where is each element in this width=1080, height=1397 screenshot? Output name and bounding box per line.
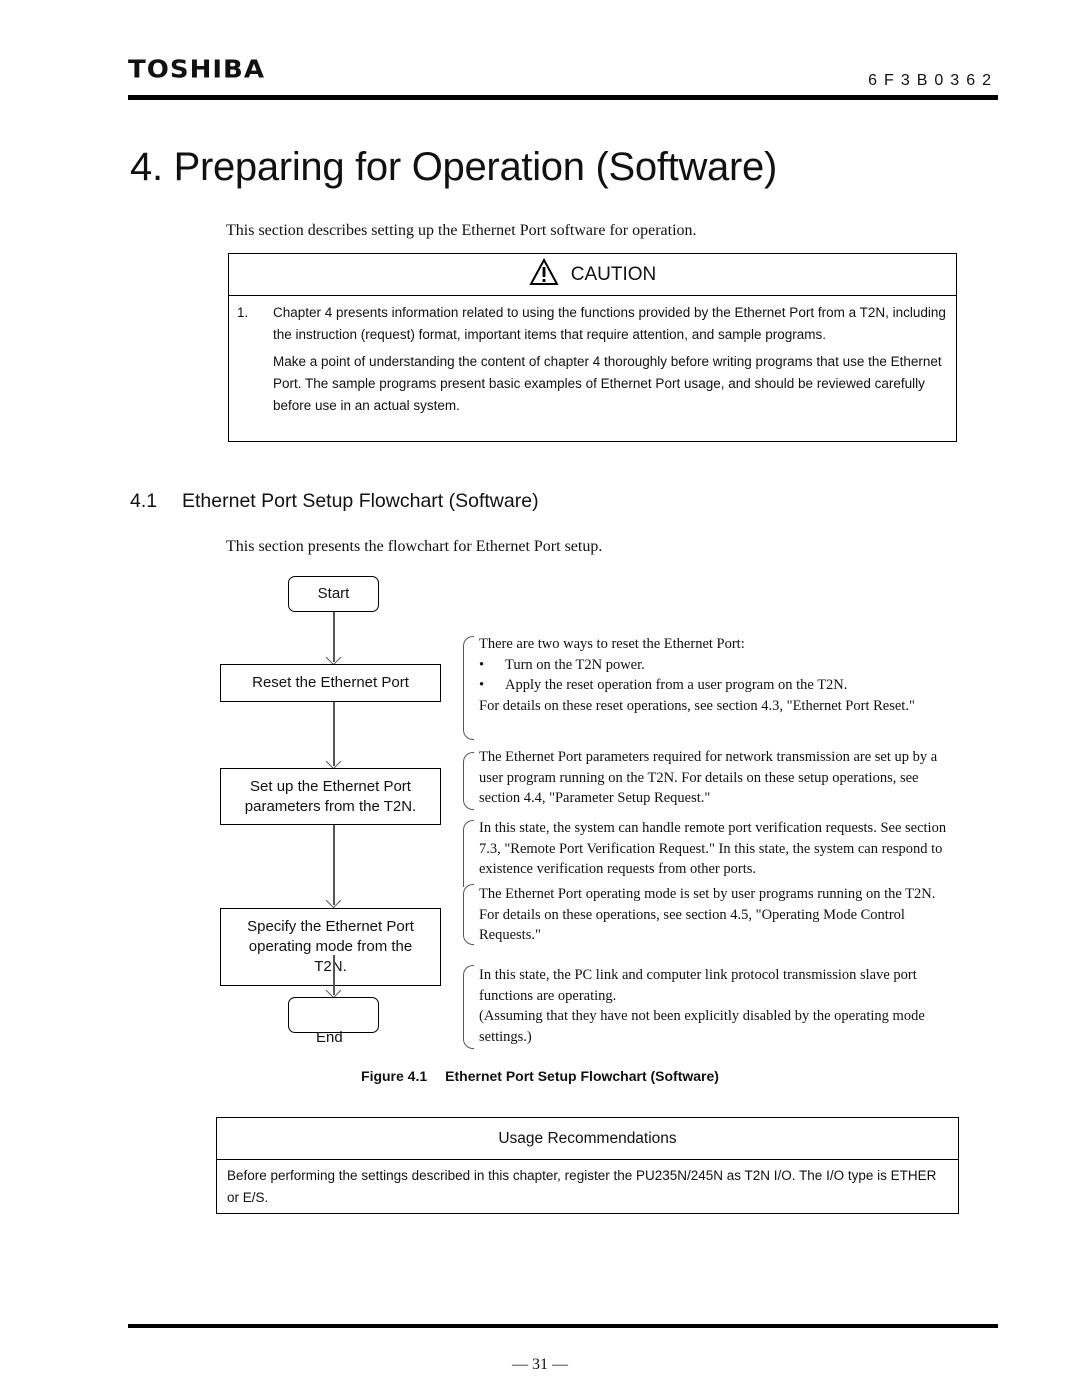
caution-header: CAUTION <box>229 254 956 296</box>
chapter-title: 4. Preparing for Operation (Software) <box>130 145 777 189</box>
caution-paragraph: Chapter 4 presents information related t… <box>273 305 946 342</box>
flowchart-end-label: End <box>316 1029 343 1046</box>
note-reset-bullet: • Apply the reset operation from a user p… <box>479 675 959 696</box>
note-reset-bullet: • Turn on the T2N power. <box>479 655 959 676</box>
caution-item: 1. Chapter 4 presents information relate… <box>237 302 948 422</box>
section-heading: 4.1 Ethernet Port Setup Flowchart (Softwa… <box>130 490 539 513</box>
warning-triangle-icon <box>529 257 559 291</box>
caution-box: CAUTION 1. Chapter 4 presents informatio… <box>228 253 957 442</box>
section-number: 4.1 <box>130 490 158 512</box>
header-rule <box>128 95 998 100</box>
arrow-down-icon <box>325 753 342 770</box>
arrow-down-icon <box>325 649 342 666</box>
bullet-icon: • <box>479 677 485 693</box>
note-operating-state: In this state, the PC link and computer … <box>479 965 959 1047</box>
chapter-intro: This section describes setting up the Et… <box>226 222 697 239</box>
note-operating-state-text: In this state, the PC link and computer … <box>479 967 917 1004</box>
footer-rule <box>128 1324 998 1328</box>
figure-title: Ethernet Port Setup Flowchart (Software) <box>445 1068 719 1084</box>
note-bracket <box>463 636 474 740</box>
bullet-icon: • <box>479 656 485 673</box>
note-reset: There are two ways to reset the Ethernet… <box>479 634 959 716</box>
toshiba-logo: TOSHIBA <box>128 55 265 85</box>
note-operating-mode: The Ethernet Port operating mode is set … <box>479 886 936 943</box>
arrow-down-icon <box>325 892 342 909</box>
flowchart-step-reset: Reset the Ethernet Port <box>220 664 441 702</box>
note-reset-lead: There are two ways to reset the Ethernet… <box>479 636 745 652</box>
note-bracket <box>463 965 474 1049</box>
bullet-text: Turn on the T2N power. <box>505 656 645 673</box>
flowchart-end <box>288 997 379 1033</box>
bullet-text: Apply the reset operation from a user pr… <box>505 677 848 693</box>
flowchart-start: Start <box>288 576 379 612</box>
figure-label: Figure 4.1 <box>361 1068 428 1084</box>
usage-recommendations-box: Usage Recommendations Before performing … <box>216 1117 959 1214</box>
note-operating-state-text: (Assuming that they have not been explic… <box>479 1008 925 1045</box>
flowchart-step-operating-mode: Specify the Ethernet Port operating mode… <box>220 908 441 986</box>
usage-title: Usage Recommendations <box>217 1118 958 1160</box>
caution-body: 1. Chapter 4 presents information relate… <box>229 296 956 422</box>
caution-title: CAUTION <box>570 263 657 285</box>
section-title: Ethernet Port Setup Flowchart (Software) <box>182 490 539 512</box>
note-bracket <box>463 820 474 887</box>
caution-paragraph: Make a point of understanding the conten… <box>273 354 942 413</box>
note-parameters: The Ethernet Port parameters required fo… <box>479 749 938 806</box>
note-remote-verification: In this state, the system can handle rem… <box>479 820 947 877</box>
section-intro: This section presents the flowchart for … <box>226 538 603 555</box>
figure-caption: Figure 4.1 Ethernet Port Setup Flowchart … <box>0 1068 1080 1084</box>
note-bracket <box>463 752 474 810</box>
note-bracket <box>463 884 474 945</box>
usage-body: Before performing the settings described… <box>227 1168 937 1205</box>
page-number: — 31 — <box>512 1356 568 1373</box>
document-number: 6F3B0362 <box>868 72 998 89</box>
note-reset-tail: For details on these reset operations, s… <box>479 697 915 714</box>
caution-item-number: 1. <box>237 305 249 320</box>
flowchart-step-parameters: Set up the Ethernet Port parameters from… <box>220 768 441 825</box>
